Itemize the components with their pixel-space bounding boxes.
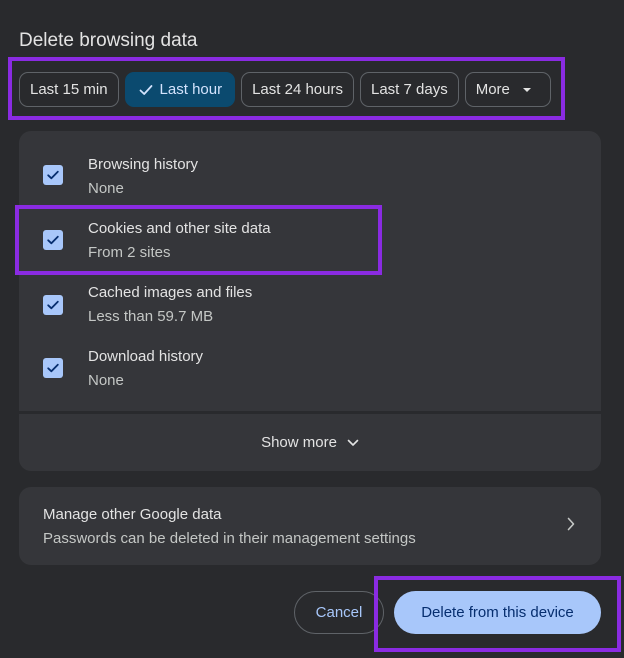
chip-label: Last hour [159,81,223,98]
data-item-title: Download history [88,348,204,365]
chip-label: Last 15 min [30,81,108,98]
manage-title: Manage other Google data [43,506,222,523]
delete-browsing-data-dialog: Delete browsing data Last 15 min Last ho… [0,0,624,658]
data-item-title: Cached images and files [88,284,253,301]
dialog-title: Delete browsing data [19,30,198,51]
chip-last-hour[interactable]: Last hour [124,72,236,107]
data-item-title: Browsing history [88,156,199,173]
chip-label: Last 7 days [371,81,448,98]
chevron-down-icon [347,434,359,451]
chip-more-dropdown[interactable]: More [464,72,551,107]
data-item-cached-images[interactable]: Cached images and files Less than 59.7 M… [19,277,601,337]
chip-label: More [475,81,510,98]
data-item-subtitle: None [88,372,124,389]
checkmark-icon [47,300,59,310]
checkmark-icon [47,363,59,373]
checkmark-icon [47,235,59,245]
data-item-download-history[interactable]: Download history None [19,341,601,401]
chip-label: Last 24 hours [252,81,343,98]
checkmark-icon [47,170,59,180]
cached-images-checkbox[interactable] [43,295,63,315]
data-item-cookies[interactable]: Cookies and other site data From 2 sites [19,213,601,273]
data-item-browsing-history[interactable]: Browsing history None [19,149,601,209]
chevron-right-icon [567,517,575,536]
cancel-button[interactable]: Cancel [294,591,384,634]
manage-subtitle: Passwords can be deleted in their manage… [43,530,416,547]
data-item-title: Cookies and other site data [88,220,271,237]
chip-last-7-days[interactable]: Last 7 days [360,72,459,107]
data-item-subtitle: None [88,180,124,197]
caret-down-icon [522,87,532,93]
manage-google-data-row[interactable]: Manage other Google data Passwords can b… [19,487,601,565]
check-icon [138,82,154,98]
browsing-history-checkbox[interactable] [43,165,63,185]
download-history-checkbox[interactable] [43,358,63,378]
time-range-chips: Last 15 min Last hour Last 24 hours Last… [19,72,551,107]
chip-last-15-min[interactable]: Last 15 min [19,72,119,107]
data-item-subtitle: From 2 sites [88,244,171,261]
data-item-subtitle: Less than 59.7 MB [88,308,214,325]
cookies-checkbox[interactable] [43,230,63,250]
show-more-label: Show more [261,434,337,451]
show-more-button[interactable]: Show more [19,414,601,471]
chip-last-24-hours[interactable]: Last 24 hours [241,72,354,107]
delete-from-device-button[interactable]: Delete from this device [394,591,601,634]
data-types-panel: Browsing history None Cookies and other … [19,131,601,471]
